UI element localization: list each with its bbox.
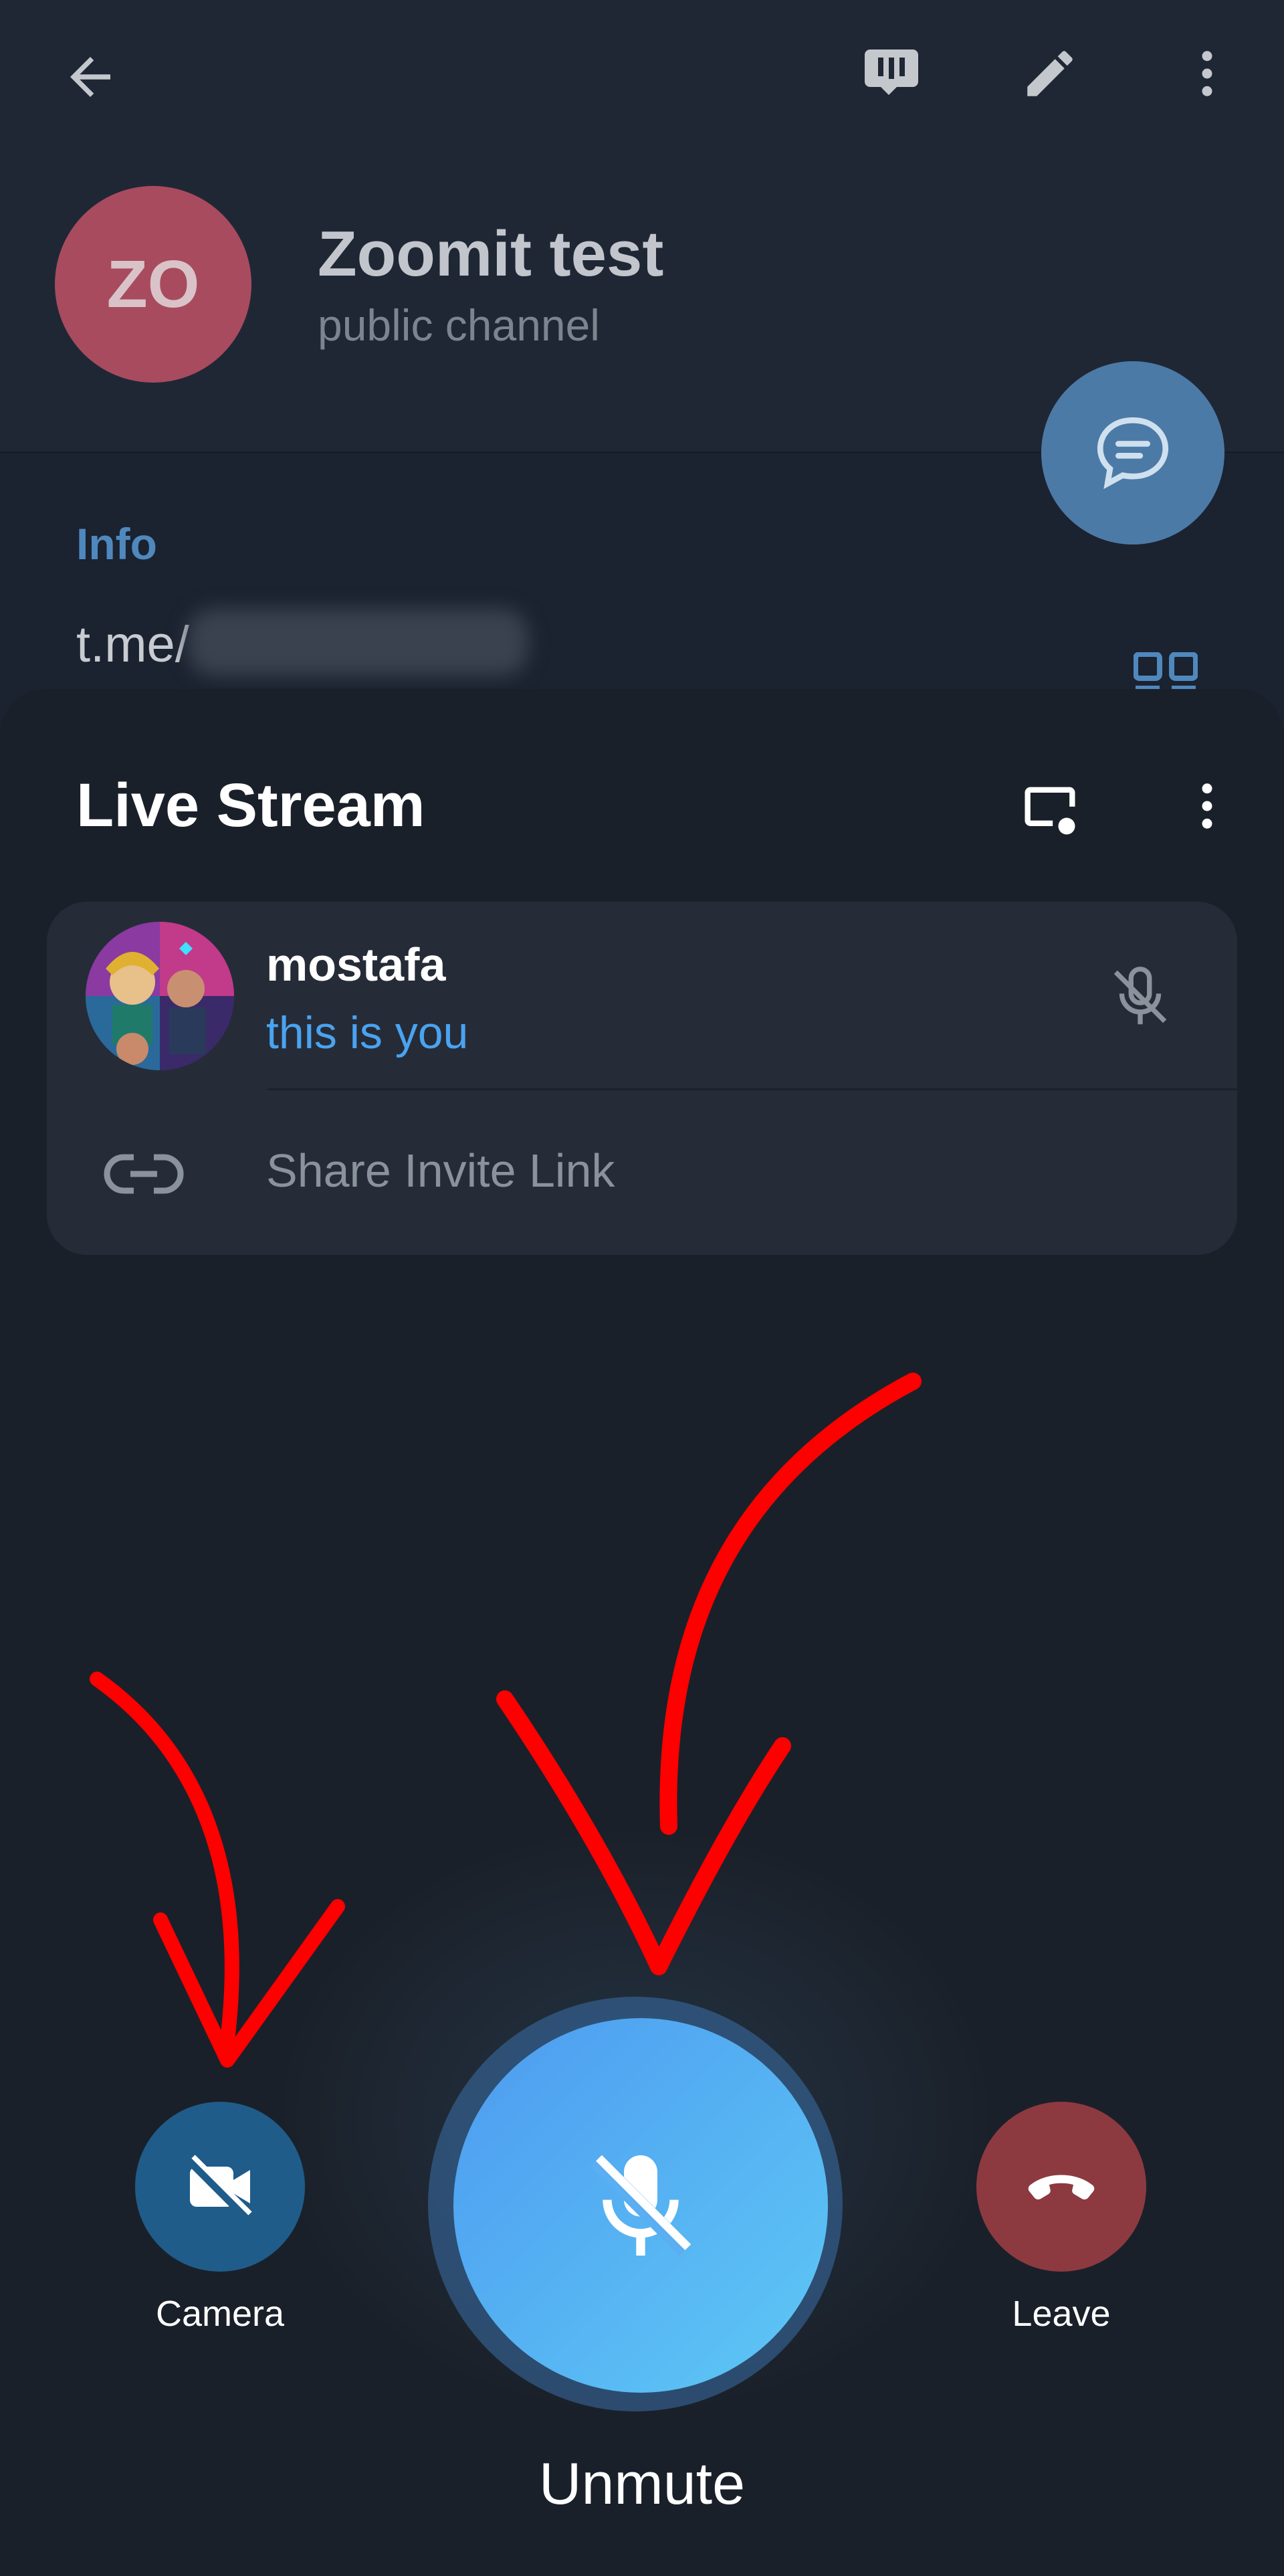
live-stream-button[interactable]: [855, 37, 928, 110]
mic-off-icon: [1113, 967, 1167, 1025]
link-icon: [104, 1154, 184, 1194]
participant-avatar[interactable]: [86, 922, 234, 1070]
share-link-row-icon: [100, 1137, 187, 1211]
hang-up-icon: [1028, 2175, 1095, 2200]
channel-title: Zoomit test: [318, 218, 664, 290]
more-vertical-icon: [1202, 783, 1212, 829]
chat-bubble-icon: [1097, 417, 1169, 490]
back-button[interactable]: [54, 40, 127, 114]
header-more-button[interactable]: [1170, 37, 1244, 110]
discussion-button[interactable]: [1041, 361, 1224, 544]
edit-button[interactable]: [1013, 37, 1087, 110]
unmute-button[interactable]: [453, 2018, 828, 2393]
participant-status: this is you: [266, 1007, 469, 1058]
participant-name: mostafa: [266, 938, 446, 991]
camera-button[interactable]: [135, 2102, 305, 2272]
mic-off-icon: [590, 2155, 691, 2256]
live-stream-icon: [865, 49, 918, 95]
back-arrow-icon: [70, 57, 110, 97]
channel-subtitle: public channel: [318, 300, 600, 350]
sheet-more-button[interactable]: [1170, 769, 1244, 843]
leave-button[interactable]: [976, 2102, 1146, 2272]
participant-mute-status: [1097, 953, 1184, 1040]
sheet-title: Live Stream: [76, 771, 425, 839]
share-invite-link-button[interactable]: Share Invite Link: [266, 1144, 615, 1197]
redacted-link: [187, 609, 528, 676]
camera-off-icon: [186, 2155, 252, 2221]
screen-share-button[interactable]: [1010, 769, 1090, 850]
channel-link[interactable]: t.me/: [76, 615, 189, 674]
camera-label: Camera: [155, 2294, 285, 2334]
unmute-label: Unmute: [538, 2450, 746, 2516]
edit-pencil-icon: [1027, 51, 1073, 96]
info-section-label: Info: [76, 519, 157, 569]
participants-card: [47, 902, 1237, 1255]
channel-avatar[interactable]: ZO: [55, 186, 251, 383]
leave-label: Leave: [1012, 2294, 1111, 2334]
screen-share-icon: [1025, 787, 1075, 835]
card-divider: [268, 1088, 1237, 1090]
more-vertical-icon: [1202, 51, 1212, 96]
